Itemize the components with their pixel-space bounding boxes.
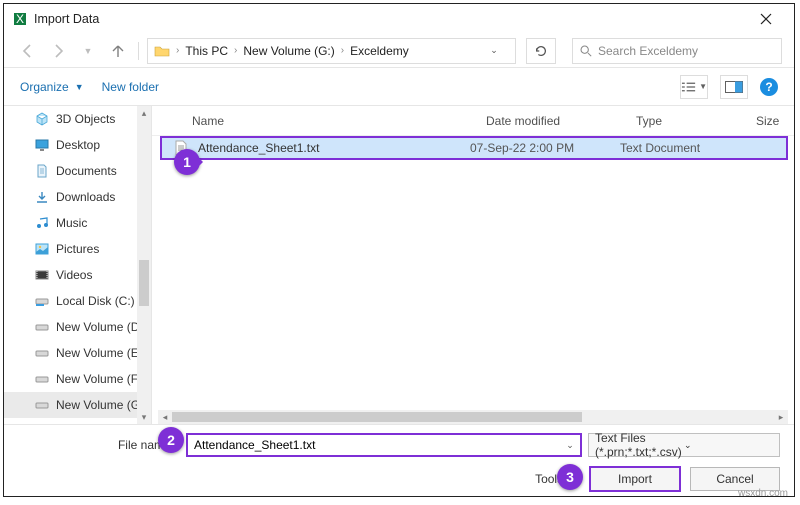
sidebar-item-new-volume-e[interactable]: New Volume (E:) bbox=[4, 340, 151, 366]
column-name[interactable]: Name bbox=[152, 114, 476, 128]
crumb-folder[interactable]: Exceldemy bbox=[350, 44, 409, 58]
annotation-pin-2: 2 bbox=[158, 427, 184, 453]
sidebar-item-desktop[interactable]: Desktop bbox=[4, 132, 151, 158]
watermark: wsxdn.com bbox=[738, 488, 788, 499]
column-type[interactable]: Type bbox=[626, 114, 746, 128]
organize-menu[interactable]: Organize ▼ bbox=[20, 80, 84, 94]
column-size[interactable]: Size bbox=[746, 114, 794, 128]
import-button[interactable]: Import bbox=[590, 467, 680, 491]
breadcrumb[interactable]: › This PC › New Volume (G:) › Exceldemy … bbox=[147, 38, 516, 64]
pictures-icon bbox=[34, 241, 50, 257]
search-icon bbox=[579, 44, 592, 57]
column-date[interactable]: Date modified bbox=[476, 114, 626, 128]
chevron-right-icon: › bbox=[176, 45, 179, 56]
chevron-right-icon: › bbox=[234, 45, 237, 56]
scroll-up-icon[interactable]: ▴ bbox=[137, 106, 151, 120]
scroll-left-icon[interactable]: ◂ bbox=[158, 410, 172, 424]
preview-pane-button[interactable] bbox=[720, 75, 748, 99]
window-title: Import Data bbox=[34, 12, 99, 26]
desktop-icon bbox=[34, 137, 50, 153]
file-type-filter[interactable]: Text Files (*.prn;*.txt;*.csv) ⌄ bbox=[588, 433, 780, 457]
file-name-label: File name: bbox=[18, 438, 180, 452]
file-name-input[interactable]: ⌄ bbox=[186, 433, 582, 457]
view-options-button[interactable]: ▼ bbox=[680, 75, 708, 99]
up-button[interactable] bbox=[106, 39, 130, 63]
forward-button[interactable] bbox=[46, 39, 70, 63]
sidebar-item-new-volume-g[interactable]: New Volume (G:) bbox=[4, 392, 151, 418]
file-type: Text Document bbox=[620, 141, 740, 155]
address-dropdown-icon[interactable]: ⌄ bbox=[479, 38, 509, 64]
file-name: Attendance_Sheet1.txt bbox=[198, 141, 470, 155]
navigation-pane: 3D Objects Desktop Documents Downloads M… bbox=[4, 106, 152, 424]
recent-locations-dropdown[interactable]: ▼ bbox=[76, 39, 100, 63]
new-folder-button[interactable]: New folder bbox=[102, 80, 159, 94]
annotation-pin-1: 1 bbox=[174, 149, 200, 175]
drive-icon bbox=[34, 345, 50, 361]
svg-text:X: X bbox=[16, 12, 24, 26]
crumb-pc[interactable]: This PC bbox=[185, 44, 228, 58]
annotation-pin-3: 3 bbox=[557, 464, 583, 490]
scroll-thumb[interactable] bbox=[172, 412, 582, 422]
file-row[interactable]: Attendance_Sheet1.txt 07-Sep-22 2:00 PM … bbox=[160, 136, 788, 160]
folder-icon bbox=[154, 43, 170, 59]
download-icon bbox=[34, 189, 50, 205]
drive-icon bbox=[34, 371, 50, 387]
column-headers: Name Date modified Type Size bbox=[152, 106, 794, 136]
refresh-button[interactable] bbox=[526, 38, 556, 64]
search-input[interactable]: Search Exceldemy bbox=[572, 38, 782, 64]
scroll-right-icon[interactable]: ▸ bbox=[774, 410, 788, 424]
document-icon bbox=[34, 163, 50, 179]
sidebar-item-documents[interactable]: Documents bbox=[4, 158, 151, 184]
sidebar-item-new-volume-d[interactable]: New Volume (D:) bbox=[4, 314, 151, 340]
sidebar-item-videos[interactable]: Videos bbox=[4, 262, 151, 288]
help-button[interactable]: ? bbox=[760, 78, 778, 96]
sidebar-item-3d-objects[interactable]: 3D Objects bbox=[4, 106, 151, 132]
chevron-right-icon: › bbox=[341, 45, 344, 56]
sidebar-item-music[interactable]: Music bbox=[4, 210, 151, 236]
horizontal-scrollbar[interactable]: ◂ ▸ bbox=[158, 410, 788, 424]
crumb-drive[interactable]: New Volume (G:) bbox=[243, 44, 334, 58]
drive-icon bbox=[34, 319, 50, 335]
sidebar-item-local-disk-c[interactable]: Local Disk (C:) bbox=[4, 288, 151, 314]
drive-icon bbox=[34, 397, 50, 413]
excel-app-icon: X bbox=[12, 11, 28, 27]
close-button[interactable] bbox=[746, 4, 786, 34]
file-date: 07-Sep-22 2:00 PM bbox=[470, 141, 620, 155]
sidebar-item-new-volume-f[interactable]: New Volume (F:) bbox=[4, 366, 151, 392]
file-list-pane: Name Date modified Type Size Attendance_… bbox=[152, 106, 794, 424]
filename-dropdown-icon[interactable]: ⌄ bbox=[560, 440, 580, 451]
cube-icon bbox=[34, 111, 50, 127]
sidebar-item-downloads[interactable]: Downloads bbox=[4, 184, 151, 210]
scroll-down-icon[interactable]: ▾ bbox=[137, 410, 151, 424]
drive-icon bbox=[34, 293, 50, 309]
videos-icon bbox=[34, 267, 50, 283]
back-button[interactable] bbox=[16, 39, 40, 63]
music-icon bbox=[34, 215, 50, 231]
file-name-field[interactable] bbox=[188, 438, 560, 452]
scroll-thumb[interactable] bbox=[139, 260, 149, 306]
sidebar-scrollbar[interactable]: ▴ ▾ bbox=[137, 106, 151, 424]
search-placeholder: Search Exceldemy bbox=[598, 44, 698, 58]
sidebar-item-pictures[interactable]: Pictures bbox=[4, 236, 151, 262]
filter-dropdown-icon: ⌄ bbox=[684, 440, 773, 451]
chevron-down-icon: ▼ bbox=[75, 82, 84, 92]
